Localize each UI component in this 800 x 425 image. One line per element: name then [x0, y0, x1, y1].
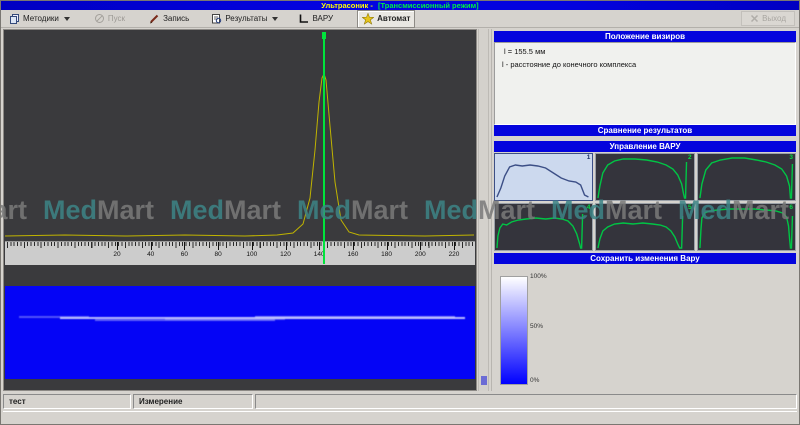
app-window: Ультрасоник - [Трансмиссионный режим] Ме… [0, 0, 800, 425]
status-bar: тест Измерение [3, 394, 797, 409]
toolbar-button-label: Запись [163, 14, 189, 23]
toolbar-button-results[interactable]: Результаты [207, 11, 282, 26]
ruler-major-tick [319, 242, 320, 250]
right-panel: Положение визиров l = 155.5 мм l - расст… [491, 29, 799, 391]
toolbar-button-varu[interactable]: ВАРУ [294, 11, 337, 26]
toolbar-button-label: Выход [762, 14, 786, 23]
ascan-plot[interactable] [5, 30, 475, 241]
start-icon [94, 13, 105, 24]
toolbar: Методики Пуск Запись Результаты [1, 10, 799, 28]
ruler-label: 20 [113, 251, 120, 258]
gradient-label-middle: 50% [530, 323, 543, 330]
tgc-curve [497, 214, 583, 248]
tgc-panel-number: 5 [688, 204, 692, 211]
tgc-panel-number: 3 [789, 154, 793, 161]
footer-strip [3, 411, 797, 423]
gradient-label-top: 100% [530, 273, 547, 280]
tgc-panel-6[interactable]: 6 [697, 203, 796, 251]
toolbar-button-record[interactable]: Запись [145, 11, 193, 26]
toolbar-button-auto[interactable]: Автомат [357, 10, 415, 28]
scroll-thumb[interactable] [481, 376, 487, 385]
toolbar-button-label: ВАРУ [312, 14, 333, 23]
ruler-label: 220 [449, 251, 460, 258]
toolbar-button-label: Автомат [377, 14, 410, 23]
ruler: 20406080100120140160180200220 [5, 241, 475, 265]
ruler-label: 120 [280, 251, 291, 258]
ruler-label: 100 [246, 251, 257, 258]
close-icon [750, 14, 759, 23]
toolbar-button-start[interactable]: Пуск [90, 11, 129, 26]
toolbar-button-label: Методики [23, 14, 59, 23]
tgc-grid: 1 2 3 4 5 6 [494, 153, 796, 251]
tgc-curve [497, 165, 588, 197]
toolbar-button-label: Пуск [108, 14, 125, 23]
ruler-label: 60 [181, 251, 188, 258]
ruler-major-tick [117, 242, 118, 250]
tgc-panel-2[interactable]: 2 [595, 153, 694, 201]
section-header-visors: Положение визиров [494, 31, 796, 42]
bscan-echo-streak [165, 318, 285, 320]
measure-cursor[interactable] [323, 32, 325, 264]
tgc-panel-1[interactable]: 1 [494, 153, 593, 201]
ruler-major-tick [286, 242, 287, 250]
tgc-panel-number: 1 [587, 154, 591, 161]
ruler-label: 160 [347, 251, 358, 258]
measure-cursor-cap [322, 32, 326, 39]
toolbar-button-methods[interactable]: Методики [5, 11, 74, 26]
varu-icon [298, 13, 309, 24]
ascan-trace-yellow [5, 74, 474, 236]
visors-body: l = 155.5 мм l - расстояние до конечного… [494, 42, 796, 125]
chevron-down-icon [64, 17, 70, 21]
tgc-curve [598, 159, 687, 198]
status-cell-measure: Измерение [133, 394, 253, 409]
tgc-panel-number: 6 [789, 204, 793, 211]
tgc-panel-5[interactable]: 5 [595, 203, 694, 251]
toolbar-button-exit[interactable]: Выход [741, 11, 795, 26]
section-header-compare: Сравнение результатов [494, 125, 796, 136]
tgc-curve [700, 209, 792, 248]
ruler-major-tick [252, 242, 253, 250]
ruler-major-tick [151, 242, 152, 250]
scan-area: 20406080100120140160180200220 [3, 29, 477, 391]
methods-icon [9, 13, 20, 24]
intensity-gradient-bar [500, 276, 528, 385]
tgc-panel-3[interactable]: 3 [697, 153, 796, 201]
gradient-label-bottom: 0% [530, 377, 539, 384]
tgc-curve [598, 216, 683, 248]
tgc-panel-number: 4 [587, 204, 591, 211]
tgc-panel-4[interactable]: 4 [494, 203, 593, 251]
status-cell-empty [255, 394, 797, 409]
chevron-down-icon [272, 17, 278, 21]
ruler-major-tick [454, 242, 455, 250]
bscan-echo-streak [255, 316, 455, 318]
section-header-tgc: Управление ВАРУ [494, 141, 796, 152]
tgc-curve [700, 158, 792, 198]
automat-icon [362, 13, 374, 25]
ruler-major-tick [218, 242, 219, 250]
ruler-label: 180 [381, 251, 392, 258]
ruler-label: 200 [415, 251, 426, 258]
tgc-panel-number: 2 [688, 154, 692, 161]
section-header-save: Сохранить изменения Вару [494, 253, 796, 264]
ruler-major-tick [420, 242, 421, 250]
ruler-major-tick [387, 242, 388, 250]
results-icon [211, 13, 222, 24]
visor-value: l = 155.5 мм [504, 47, 545, 56]
ruler-label: 40 [147, 251, 154, 258]
ruler-major-tick [184, 242, 185, 250]
visor-description: l - расстояние до конечного комплекса [502, 60, 636, 69]
status-cell-test: тест [3, 394, 131, 409]
panel-splitter[interactable] [478, 29, 489, 391]
toolbar-button-label: Результаты [225, 14, 267, 23]
ruler-label: 80 [214, 251, 221, 258]
record-icon [149, 13, 160, 24]
bscan-image[interactable] [5, 286, 475, 379]
ruler-major-tick [353, 242, 354, 250]
